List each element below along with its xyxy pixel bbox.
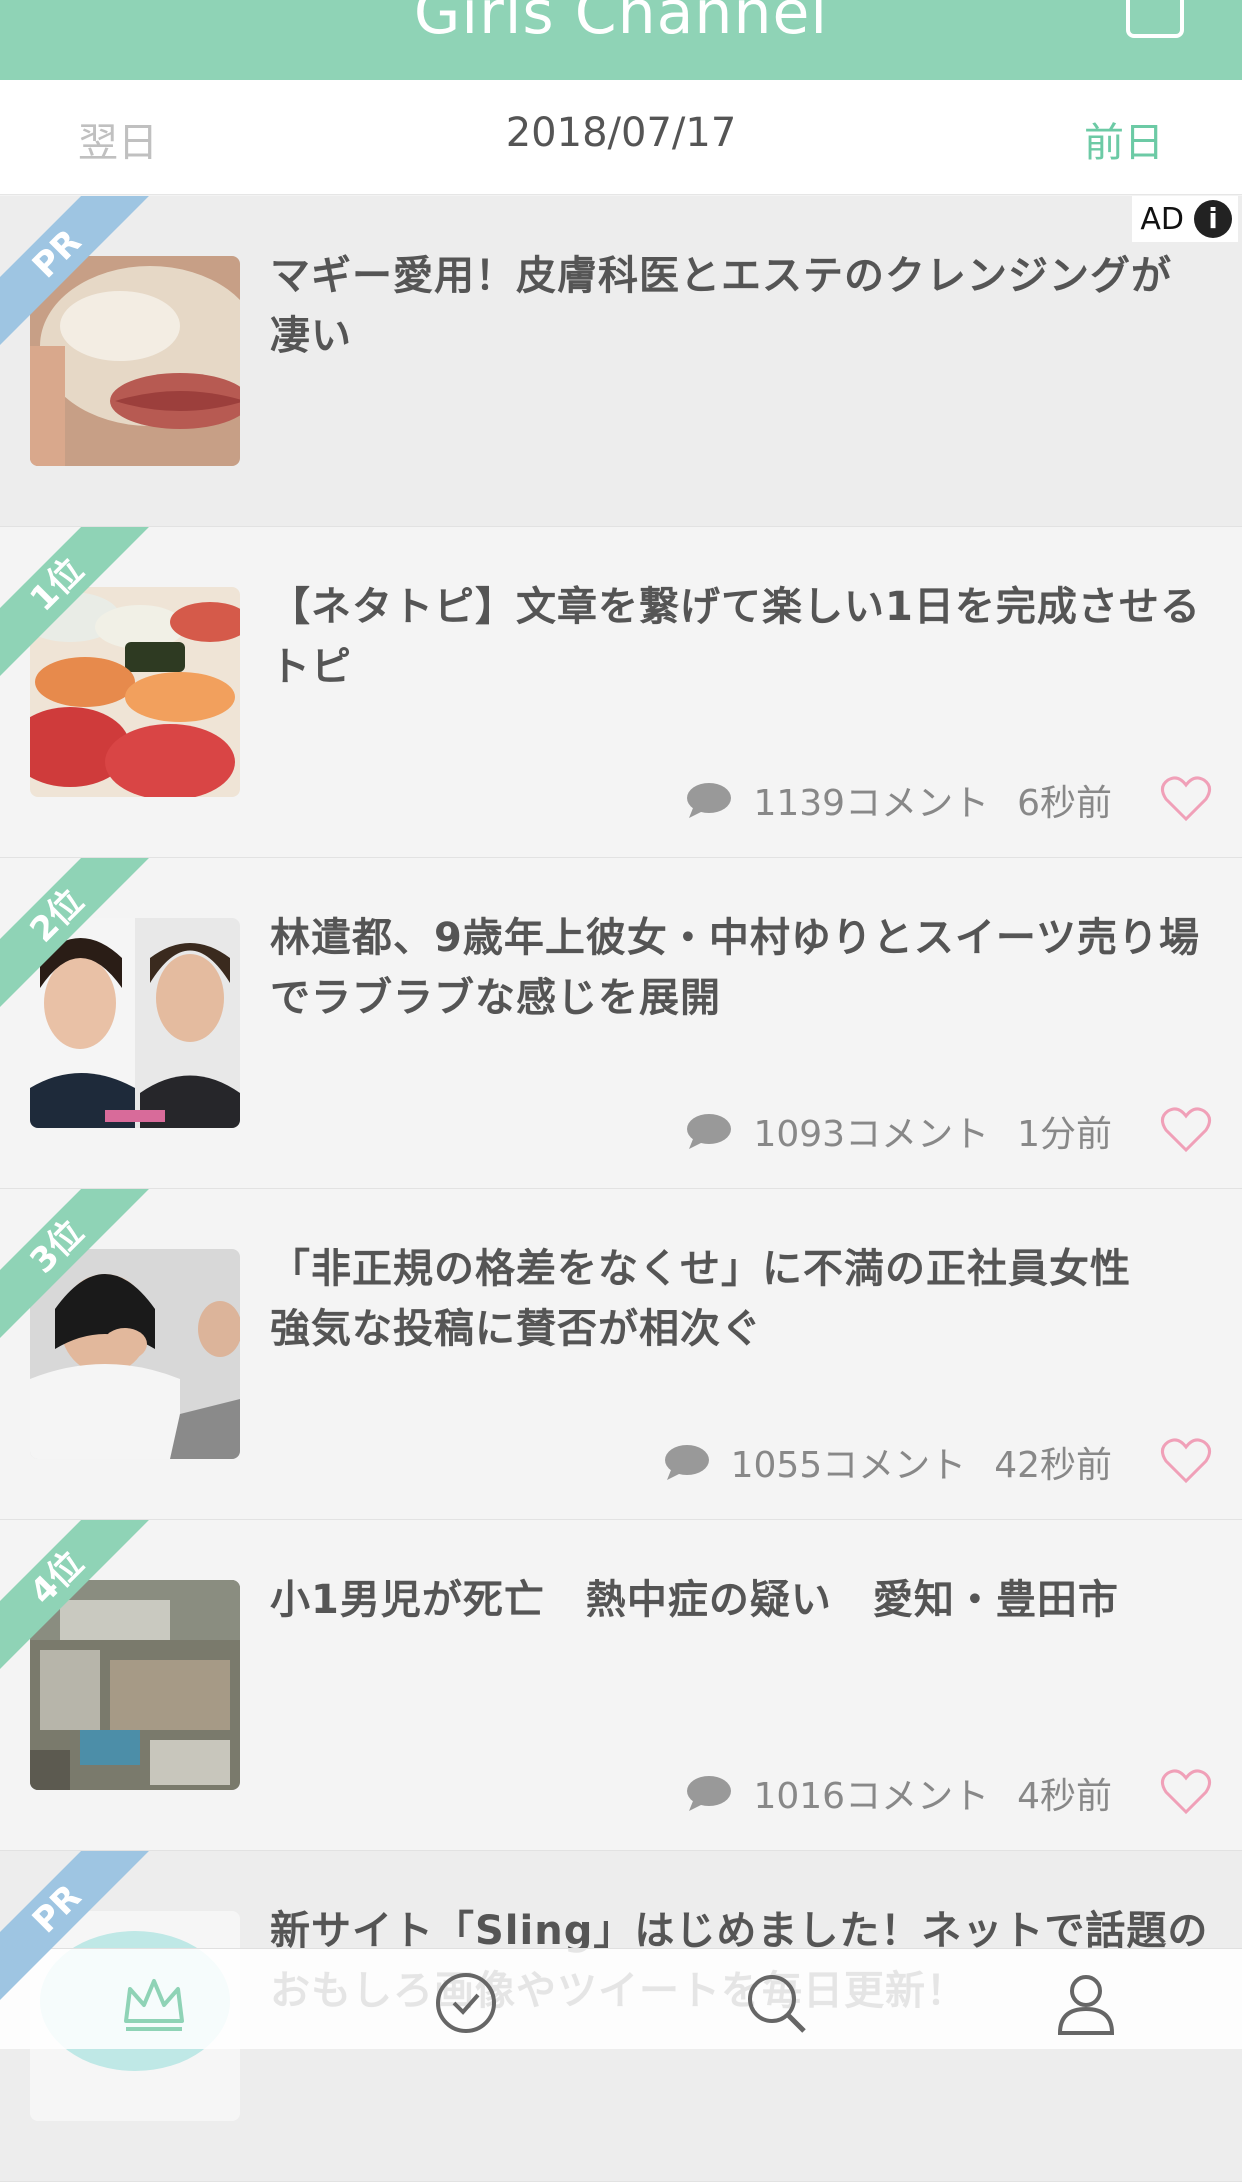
topic-title[interactable]: 「非正規の格差をなくせ」に不満の正社員女性 強気な投稿に賛否が相次ぐ <box>270 1239 1210 1359</box>
compose-icon[interactable] <box>1126 0 1184 38</box>
app-header: Girls Channel <box>0 0 1242 80</box>
search-icon[interactable] <box>740 1967 812 2039</box>
topic-title[interactable]: マギー愛用！皮膚科医とエステのクレンジングが凄い <box>270 246 1210 366</box>
previous-day-button[interactable]: 前日 <box>1084 110 1164 168</box>
comment-icon <box>664 1445 709 1480</box>
current-date: 2018/07/17 <box>505 110 737 156</box>
heart-icon[interactable] <box>1160 1437 1212 1485</box>
user-icon[interactable] <box>1050 1967 1122 2039</box>
thumbnail-image <box>30 1580 240 1790</box>
date-navigation: 翌日 2018/07/17 前日 <box>0 80 1242 195</box>
comment-count: 1055コメント <box>730 1445 967 1486</box>
topic-meta: 1093コメント 1分前 <box>685 1106 1112 1156</box>
crown-icon[interactable] <box>118 1967 190 2039</box>
ad-row[interactable]: PR AD i マギー愛用！皮膚科医とエステのクレンジングが凄い <box>0 196 1242 527</box>
comment-count: 1016コメント <box>753 1776 990 1817</box>
comment-count: 1093コメント <box>753 1114 990 1155</box>
thumbnail-image <box>30 256 240 466</box>
thumbnail-image <box>30 1249 240 1459</box>
topic-meta: 1055コメント 42秒前 <box>663 1437 1112 1487</box>
topic-list: PR AD i マギー愛用！皮膚科医とエステのクレンジングが凄い 1位 【ネタト… <box>0 196 1242 2182</box>
ad-label: AD <box>1140 201 1184 237</box>
timestamp: 4秒前 <box>1017 1776 1112 1817</box>
heart-icon[interactable] <box>1160 1768 1212 1816</box>
comment-icon <box>687 783 732 818</box>
timestamp: 6秒前 <box>1017 783 1112 824</box>
topic-row[interactable]: 4位 小1男児が死亡 熱中症の疑い 愛知・豊田市 1016コメント 4秒前 <box>0 1520 1242 1851</box>
heart-icon[interactable] <box>1160 1106 1212 1154</box>
info-icon[interactable]: i <box>1194 200 1232 238</box>
topic-meta: 1016コメント 4秒前 <box>685 1768 1112 1818</box>
topic-meta: 1139コメント 6秒前 <box>685 775 1112 825</box>
comment-count: 1139コメント <box>753 783 990 824</box>
topic-title[interactable]: 小1男児が死亡 熱中症の疑い 愛知・豊田市 <box>270 1570 1210 1630</box>
clock-icon[interactable] <box>430 1967 502 2039</box>
topic-row[interactable]: 1位 【ネタトピ】文章を繋げて楽しい1日を完成させるトピ 1139コメント 6秒… <box>0 527 1242 858</box>
heart-icon[interactable] <box>1160 775 1212 823</box>
comment-icon <box>687 1114 732 1149</box>
timestamp: 1分前 <box>1017 1114 1112 1155</box>
timestamp: 42秒前 <box>994 1445 1112 1486</box>
topic-row[interactable]: 2位 林遣都、9歳年上彼女・中村ゆりとスイーツ売り場でラブラブな感じを展開 10… <box>0 858 1242 1189</box>
comment-icon <box>687 1776 732 1811</box>
thumbnail-image <box>30 918 240 1128</box>
topic-title[interactable]: 【ネタトピ】文章を繋げて楽しい1日を完成させるトピ <box>270 577 1210 697</box>
topic-row[interactable]: 3位 「非正規の格差をなくせ」に不満の正社員女性 強気な投稿に賛否が相次ぐ 10… <box>0 1189 1242 1520</box>
bottom-tab-bar <box>0 1948 1242 2049</box>
thumbnail-image <box>30 587 240 797</box>
app-title: Girls Channel <box>413 0 829 48</box>
topic-title[interactable]: 林遣都、9歳年上彼女・中村ゆりとスイーツ売り場でラブラブな感じを展開 <box>270 908 1210 1028</box>
ad-badge[interactable]: AD i <box>1132 196 1238 242</box>
